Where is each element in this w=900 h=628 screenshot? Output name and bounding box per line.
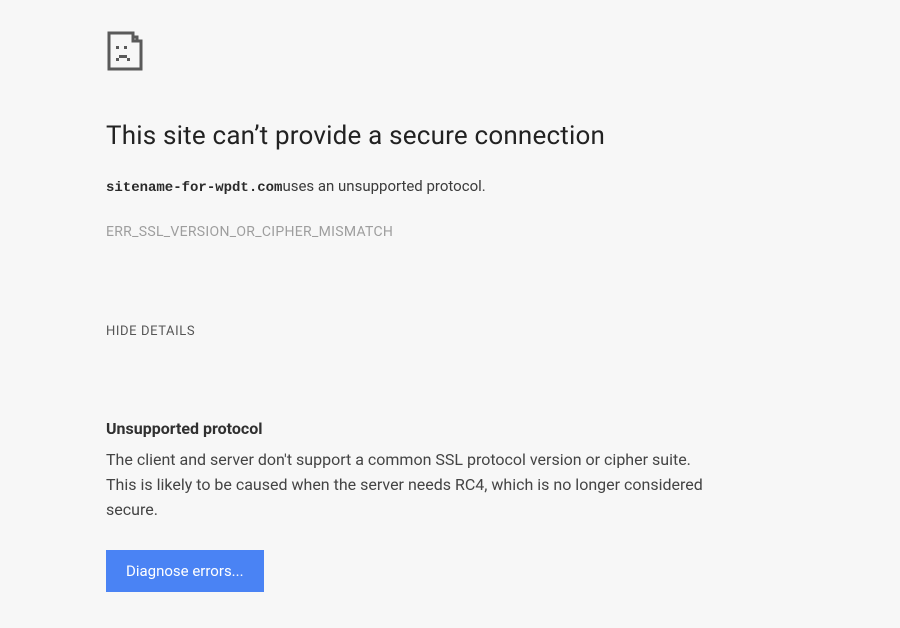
description-line: sitename-for-wpdt.comuses an unsupported…	[106, 177, 720, 196]
details-body: The client and server don't support a co…	[106, 448, 706, 522]
page-title: This site can’t provide a secure connect…	[106, 121, 720, 151]
diagnose-errors-button[interactable]: Diagnose errors...	[106, 550, 264, 592]
hide-details-toggle[interactable]: HIDE DETAILS	[106, 324, 195, 339]
error-code: ERR_SSL_VERSION_OR_CIPHER_MISMATCH	[106, 224, 720, 240]
broken-page-icon	[106, 30, 146, 72]
site-name: sitename-for-wpdt.com	[106, 180, 282, 196]
error-page-container: This site can’t provide a secure connect…	[0, 0, 720, 592]
details-section: Unsupported protocol The client and serv…	[106, 419, 720, 592]
icon-row	[106, 30, 720, 76]
details-title: Unsupported protocol	[106, 419, 720, 438]
description-suffix: uses an unsupported protocol.	[282, 177, 485, 195]
